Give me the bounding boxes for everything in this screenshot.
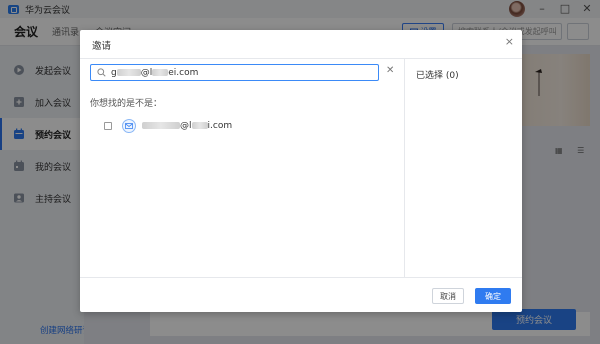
confirm-button[interactable]: 确定 bbox=[475, 288, 511, 304]
suggestion-label: 你想找的是不是： bbox=[90, 99, 163, 109]
dialog-close-button[interactable]: × bbox=[505, 35, 514, 48]
selected-count: 已选择 (0) bbox=[416, 71, 459, 81]
mail-icon bbox=[122, 119, 136, 133]
redacted-text bbox=[191, 122, 208, 129]
clear-search-button[interactable]: ✕ bbox=[386, 65, 394, 76]
suggestion-row[interactable]: @l i.com bbox=[104, 118, 232, 134]
suggestion-checkbox[interactable] bbox=[104, 122, 112, 130]
dialog-column-divider bbox=[404, 59, 405, 277]
dialog-header-divider bbox=[80, 58, 522, 59]
invite-search-input[interactable]: g @l ei.com bbox=[90, 64, 379, 81]
dialog-title: 邀请 bbox=[92, 41, 112, 52]
suggestion-email: @l i.com bbox=[142, 121, 232, 131]
redacted-text bbox=[152, 68, 169, 76]
search-icon bbox=[97, 68, 106, 77]
cancel-button[interactable]: 取消 bbox=[432, 288, 464, 304]
invite-dialog: 邀请 × g @l ei.com ✕ 已选择 (0) 你想找的是不是： @l i.co… bbox=[80, 30, 522, 312]
redacted-text bbox=[116, 68, 141, 76]
redacted-text bbox=[142, 122, 180, 129]
dialog-footer-divider bbox=[80, 277, 522, 278]
invite-search-value: g @l ei.com bbox=[111, 67, 199, 78]
